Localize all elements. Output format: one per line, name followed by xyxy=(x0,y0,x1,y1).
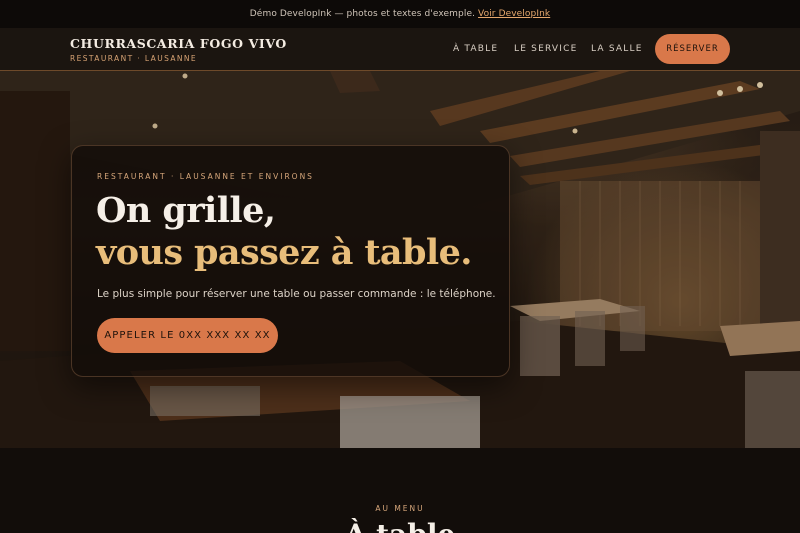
hero-title: On grille, vous passez à table. xyxy=(96,190,472,274)
hero-section: RESTAURANT · LAUSANNE ET ENVIRONS On gri… xyxy=(0,71,800,448)
brand-subtitle: RESTAURANT · LAUSANNE xyxy=(70,54,198,63)
brand-name: CHURRASCARIA FOGO VIVO xyxy=(70,36,287,51)
hero-title-line1: On grille, xyxy=(96,190,276,231)
call-button[interactable]: APPELER LE 0XX XXX XX XX xyxy=(97,318,278,353)
hero-card: RESTAURANT · LAUSANNE ET ENVIRONS On gri… xyxy=(71,145,510,377)
menu-eyebrow: AU MENU xyxy=(375,504,425,513)
brand[interactable]: CHURRASCARIA FOGO VIVO RESTAURANT · LAUS… xyxy=(70,36,287,63)
hero-eyebrow: RESTAURANT · LAUSANNE ET ENVIRONS xyxy=(97,172,314,181)
menu-title: À table xyxy=(0,518,800,533)
hero-description: Le plus simple pour réserver une table o… xyxy=(97,288,496,300)
reserve-button[interactable]: RÉSERVER xyxy=(655,34,730,64)
nav-item-la-salle[interactable]: LA SALLE xyxy=(591,44,643,54)
nav-item-a-table[interactable]: À TABLE xyxy=(453,44,498,54)
site-header: CHURRASCARIA FOGO VIVO RESTAURANT · LAUS… xyxy=(0,28,800,71)
demo-banner: Démo DevelopInk — photos et textes d'exe… xyxy=(0,0,800,28)
hero-title-line2: vous passez à table. xyxy=(96,232,472,273)
menu-section: AU MENU À table xyxy=(0,448,800,533)
demo-banner-link[interactable]: Voir DevelopInk xyxy=(478,9,550,19)
demo-banner-text: Démo DevelopInk — photos et textes d'exe… xyxy=(249,9,476,19)
nav-item-le-service[interactable]: LE SERVICE xyxy=(514,44,578,54)
